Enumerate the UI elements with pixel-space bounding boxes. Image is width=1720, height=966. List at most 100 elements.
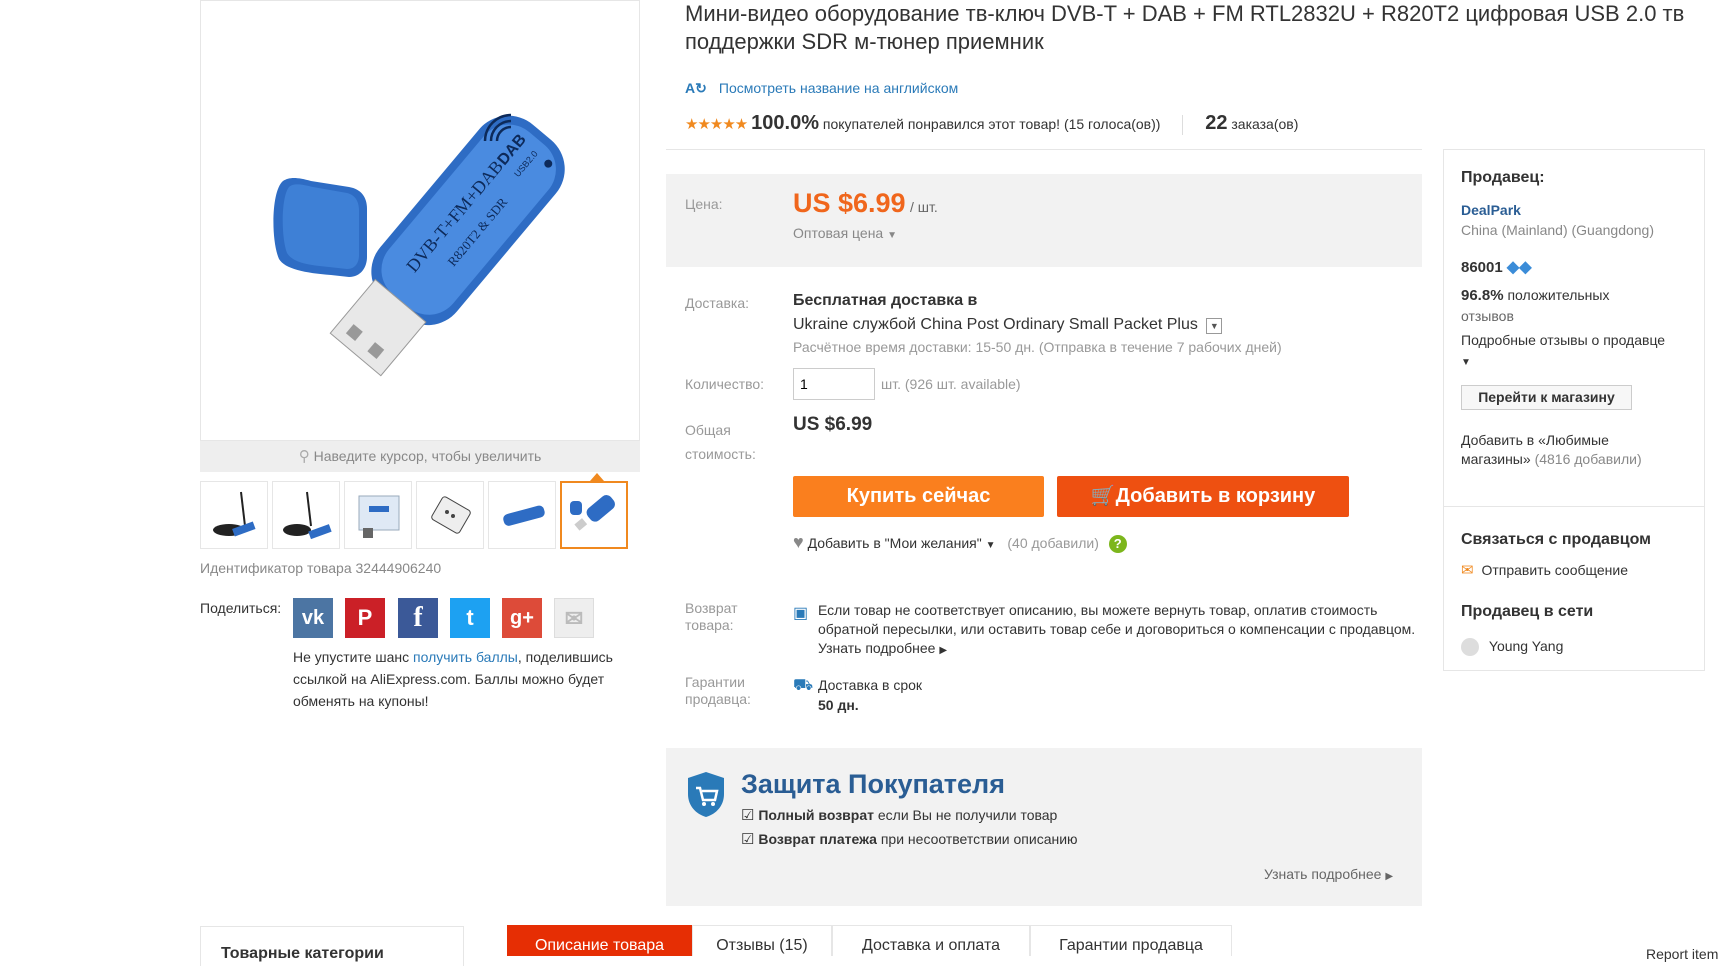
total-value: US $6.99 [793, 414, 873, 435]
guarantee-label-line1: Гарантии [685, 674, 745, 690]
seller-details-link[interactable]: Подробные отзывы о продавце ▼ [1461, 330, 1691, 373]
protection-more-link[interactable]: Узнать подробнее ▶ [1264, 866, 1393, 882]
rating-percent: 100.0% [751, 112, 819, 134]
report-item-link[interactable]: Report item [1646, 946, 1718, 962]
thumbnail-1[interactable] [200, 481, 268, 549]
pinterest-share-icon[interactable]: P [345, 598, 385, 638]
delivery-truck-icon: ⛟ [793, 677, 814, 694]
share-promo-text: Не упустите шанс получить баллы, поделив… [293, 646, 648, 712]
delivery-route-row[interactable]: Ukraine службой China Post Ordinary Smal… [793, 316, 1223, 334]
send-message-label: Отправить сообщение [1481, 562, 1629, 578]
wholesale-price-dropdown[interactable]: Оптовая цена ▼ [793, 225, 897, 241]
envelope-icon: ✉ [1461, 562, 1474, 579]
translate-row[interactable]: A↻ Посмотреть название на английском [685, 80, 958, 97]
seller-details-label: Подробные отзывы о продавце [1461, 332, 1666, 348]
guarantee-line2: 50 дн. [818, 697, 859, 713]
email-share-icon[interactable]: ✉ [554, 598, 594, 638]
thumbnail-strip [200, 481, 640, 551]
seller-positive-line1: положительных [1507, 287, 1610, 303]
price-unit: / шт. [910, 199, 938, 215]
share-label: Поделиться: [200, 600, 282, 616]
thumbnail-6[interactable] [560, 481, 628, 549]
help-icon[interactable]: ? [1108, 535, 1127, 553]
zoom-hint-text: Наведите курсор, чтобы увеличить [313, 448, 542, 464]
thumbnail-3[interactable] [344, 481, 412, 549]
thumbnail-5[interactable] [488, 481, 556, 549]
cart-icon: 🛒 [1090, 485, 1116, 507]
facebook-share-icon[interactable]: f [398, 598, 438, 638]
quantity-input[interactable] [793, 368, 875, 400]
guarantee-text: Доставка в срок 50 дн. [818, 675, 922, 715]
chevron-down-icon[interactable]: ▼ [986, 540, 996, 551]
buy-now-button[interactable]: Купить сейчас [793, 476, 1044, 517]
visit-store-button[interactable]: Перейти к магазину [1461, 385, 1632, 410]
guarantee-label: Гарантии продавца: [685, 674, 751, 708]
wholesale-label: Оптовая цена [793, 225, 884, 241]
tab-shipping[interactable]: Доставка и оплата [832, 925, 1030, 956]
twitter-share-icon[interactable]: t [450, 598, 490, 638]
seller-score: 86001 [1461, 259, 1503, 276]
orders-label: заказа(ов) [1231, 116, 1299, 132]
seller-online-heading: Продавец в сети [1461, 603, 1594, 620]
vk-share-icon[interactable]: vk [293, 598, 333, 638]
shield-icon [686, 770, 726, 823]
seller-divider [1443, 506, 1705, 507]
main-product-image[interactable]: DVB-T+FM+DAB R820T2 & SDR DAB USB2.0 [200, 0, 640, 441]
favorite-count: (4816 добавили) [1534, 451, 1642, 467]
delivery-free: Бесплатная доставка в [793, 292, 977, 310]
protection-title: Защита Покупателя [741, 769, 1005, 799]
selected-thumb-arrow [590, 473, 604, 481]
zoom-hint: ⚲ Наведите курсор, чтобы увеличить [200, 441, 640, 472]
price-box [666, 174, 1422, 267]
google-plus-share-icon[interactable]: g+ [502, 598, 542, 638]
guarantee-label-line2: продавца: [685, 691, 751, 707]
price-row: US $6.99 / шт. [793, 188, 938, 219]
favorite-line1: Добавить в «Любимые [1461, 432, 1609, 448]
add-to-wishlist-link[interactable]: Добавить в "Мои желания" [808, 535, 982, 551]
product-title: Мини-видео оборудование тв-ключ DVB-T + … [685, 1, 1685, 54]
delivery-in-text: в [967, 292, 978, 309]
protection-more-label: Узнать подробнее [1264, 866, 1382, 882]
thumbnail-2[interactable] [272, 481, 340, 549]
product-categories-box[interactable]: Товарные категории [200, 926, 464, 966]
seller-badge-icon[interactable]: ◆◆ [1507, 259, 1532, 276]
seller-online-user[interactable]: Young Yang [1461, 638, 1563, 657]
returns-icon: ▣ [793, 605, 809, 622]
price-label: Цена: [685, 196, 723, 212]
guarantee-line1: Доставка в срок [818, 677, 923, 693]
usb-cap [273, 178, 367, 277]
tab-seller-guarantee[interactable]: Гарантии продавца [1030, 925, 1232, 956]
seller-location: China (Mainland) (Guangdong) [1461, 222, 1654, 238]
chevron-down-icon: ▼ [887, 230, 898, 241]
translate-title-link[interactable]: Посмотреть название на английском [719, 80, 958, 96]
protection-item1-bold: Полный возврат [758, 807, 874, 823]
seller-score-row: 86001 ◆◆ [1461, 257, 1532, 277]
seller-name-link[interactable]: DealPark [1461, 202, 1521, 218]
returns-label-line1: Возврат [685, 600, 738, 616]
protection-item2-rest: при несоответствии описанию [880, 831, 1078, 847]
tab-reviews[interactable]: Отзывы (15) [692, 925, 832, 956]
contact-seller-heading: Связаться с продавцом [1461, 531, 1651, 548]
rating-text[interactable]: покупателей понравился этот товар! (15 г… [823, 116, 1161, 132]
heart-icon[interactable]: ♥ [793, 532, 804, 552]
protection-item1-rest: если Вы не получили товар [877, 807, 1058, 823]
share-text-before: Не упустите шанс [293, 649, 414, 665]
checkbox-icon: ☑ [741, 831, 755, 848]
add-to-cart-label: Добавить в корзину [1115, 485, 1316, 507]
add-to-cart-button[interactable]: 🛒Добавить в корзину [1057, 476, 1349, 517]
wishlist-row: ♥ Добавить в "Мои желания" ▼ (40 добавил… [793, 532, 1127, 553]
orders-count: 22 [1205, 112, 1228, 134]
send-message-link[interactable]: ✉ Отправить сообщение [1461, 561, 1628, 579]
seller-heading: Продавец: [1461, 169, 1545, 186]
returns-more-link[interactable]: Узнать подробнее [818, 640, 935, 656]
thumbnail-4[interactable] [416, 481, 484, 549]
total-label-line2: стоимость: [685, 446, 756, 462]
chevron-right-icon: ▶ [939, 645, 948, 656]
returns-text: Если товар не соответствует описанию, вы… [818, 601, 1418, 660]
user-avatar-icon [1461, 638, 1479, 657]
tab-description[interactable]: Описание товара [507, 925, 692, 956]
delivery-dropdown-icon[interactable]: ▼ [1206, 318, 1223, 334]
add-favorite-store[interactable]: Добавить в «Любимые магазины» (4816 доба… [1461, 431, 1691, 469]
favorite-line2: магазины» [1461, 451, 1531, 467]
get-points-link[interactable]: получить баллы [413, 649, 518, 665]
